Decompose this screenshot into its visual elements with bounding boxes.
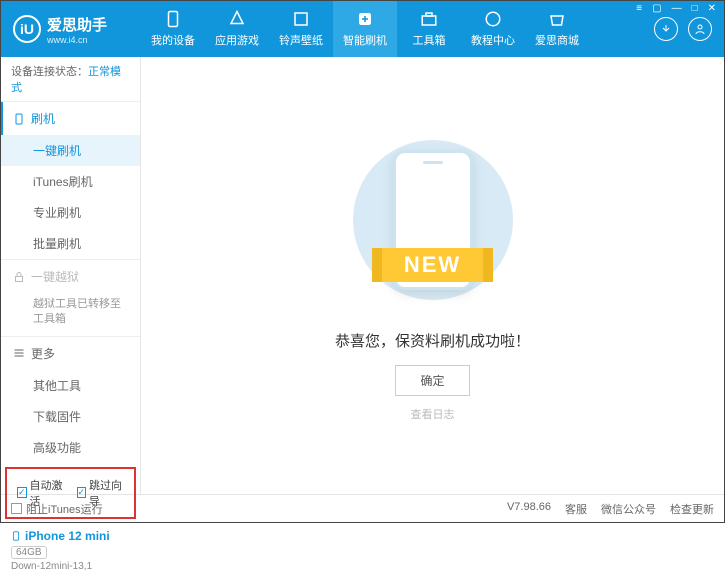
status-label: 设备连接状态： bbox=[11, 66, 88, 78]
tab-flash[interactable]: 智能刷机 bbox=[333, 1, 397, 57]
skin-icon[interactable]: ▢ bbox=[648, 3, 665, 14]
tab-apps[interactable]: 应用游戏 bbox=[205, 1, 269, 57]
main-content: NEW 恭喜您，保资料刷机成功啦！ 确定 查看日志 bbox=[141, 57, 724, 494]
support-link[interactable]: 客服 bbox=[565, 501, 587, 517]
app-header: ≡ ▢ — □ ✕ iU 爱思助手 www.i4.cn 我的设备 应用游戏 铃声… bbox=[1, 1, 724, 57]
phone-icon bbox=[13, 113, 25, 125]
tab-toolbox[interactable]: 工具箱 bbox=[397, 1, 461, 57]
tab-shop[interactable]: 爱思商城 bbox=[525, 1, 589, 57]
app-title: 爱思助手 bbox=[47, 14, 107, 35]
download-icon bbox=[660, 23, 672, 35]
checkbox-icon: ✓ bbox=[17, 487, 27, 498]
success-message: 恭喜您，保资料刷机成功啦！ bbox=[335, 330, 530, 351]
device-model: Down-12mini-13,1 bbox=[11, 561, 130, 572]
success-illustration: NEW bbox=[333, 130, 533, 310]
sidebar-item-batch[interactable]: 批量刷机 bbox=[1, 228, 140, 259]
header-right bbox=[654, 17, 724, 41]
jailbreak-note: 越狱工具已转移至工具箱 bbox=[1, 293, 140, 336]
section-jailbreak: 一键越狱 越狱工具已转移至工具箱 bbox=[1, 260, 140, 337]
device-info: iPhone 12 mini 64GB Down-12mini-13,1 bbox=[1, 523, 140, 578]
section-title: 刷机 bbox=[31, 110, 55, 127]
download-button[interactable] bbox=[654, 17, 678, 41]
tab-label: 应用游戏 bbox=[215, 32, 259, 48]
version-label: V7.98.66 bbox=[507, 501, 551, 517]
minimize-icon[interactable]: — bbox=[668, 3, 686, 14]
wechat-link[interactable]: 微信公众号 bbox=[601, 501, 656, 517]
tab-label: 智能刷机 bbox=[343, 32, 387, 48]
section-flash-header[interactable]: 刷机 bbox=[1, 102, 140, 135]
user-button[interactable] bbox=[688, 17, 712, 41]
sidebar-item-other[interactable]: 其他工具 bbox=[1, 370, 140, 401]
section-more: 更多 其他工具 下载固件 高级功能 bbox=[1, 337, 140, 463]
wallpaper-icon bbox=[292, 10, 310, 28]
toolbox-icon bbox=[420, 10, 438, 28]
logo-icon: iU bbox=[13, 15, 41, 43]
section-flash: 刷机 一键刷机 iTunes刷机 专业刷机 批量刷机 bbox=[1, 102, 140, 260]
apps-icon bbox=[228, 10, 246, 28]
shop-icon bbox=[548, 10, 566, 28]
ok-button[interactable]: 确定 bbox=[395, 365, 469, 396]
sidebar: 设备连接状态：正常模式 刷机 一键刷机 iTunes刷机 专业刷机 批量刷机 一… bbox=[1, 57, 141, 494]
view-log-link[interactable]: 查看日志 bbox=[411, 406, 455, 422]
section-title: 一键越狱 bbox=[31, 268, 79, 285]
device-storage: 64GB bbox=[11, 546, 47, 559]
lock-icon bbox=[13, 271, 25, 283]
device-name[interactable]: iPhone 12 mini bbox=[11, 529, 130, 543]
phone-icon bbox=[164, 10, 182, 28]
tab-label: 工具箱 bbox=[413, 32, 446, 48]
checkbox-icon bbox=[11, 503, 22, 514]
checkbox-label: 阻止iTunes运行 bbox=[26, 501, 103, 517]
tab-label: 我的设备 bbox=[151, 32, 195, 48]
phone-icon bbox=[11, 529, 21, 543]
device-name-text: iPhone 12 mini bbox=[25, 529, 110, 543]
nav-tabs: 我的设备 应用游戏 铃声壁纸 智能刷机 工具箱 教程中心 爱思商城 bbox=[141, 1, 654, 57]
more-icon bbox=[13, 347, 25, 359]
section-jailbreak-header: 一键越狱 bbox=[1, 260, 140, 293]
tab-tutorial[interactable]: 教程中心 bbox=[461, 1, 525, 57]
sidebar-item-pro[interactable]: 专业刷机 bbox=[1, 197, 140, 228]
menu-icon[interactable]: ≡ bbox=[632, 3, 646, 14]
logo-area: iU 爱思助手 www.i4.cn bbox=[1, 14, 141, 45]
close-icon[interactable]: ✕ bbox=[704, 3, 720, 14]
flash-icon bbox=[356, 10, 374, 28]
tab-label: 铃声壁纸 bbox=[279, 32, 323, 48]
section-more-header[interactable]: 更多 bbox=[1, 337, 140, 370]
sidebar-item-firmware[interactable]: 下载固件 bbox=[1, 401, 140, 432]
tab-my-device[interactable]: 我的设备 bbox=[141, 1, 205, 57]
body-area: 设备连接状态：正常模式 刷机 一键刷机 iTunes刷机 专业刷机 批量刷机 一… bbox=[1, 57, 724, 494]
user-icon bbox=[694, 23, 706, 35]
section-title: 更多 bbox=[31, 345, 55, 362]
tab-wallpaper[interactable]: 铃声壁纸 bbox=[269, 1, 333, 57]
checkbox-icon: ✓ bbox=[77, 487, 87, 498]
sidebar-item-itunes[interactable]: iTunes刷机 bbox=[1, 166, 140, 197]
sidebar-item-advanced[interactable]: 高级功能 bbox=[1, 432, 140, 463]
tutorial-icon bbox=[484, 10, 502, 28]
new-banner: NEW bbox=[372, 248, 493, 282]
connection-status: 设备连接状态：正常模式 bbox=[1, 57, 140, 102]
footer-right: V7.98.66 客服 微信公众号 检查更新 bbox=[507, 501, 714, 517]
tab-label: 爱思商城 bbox=[535, 32, 579, 48]
block-itunes-checkbox[interactable]: 阻止iTunes运行 bbox=[11, 501, 103, 517]
maximize-icon[interactable]: □ bbox=[688, 3, 702, 14]
update-link[interactable]: 检查更新 bbox=[670, 501, 714, 517]
window-controls: ≡ ▢ — □ ✕ bbox=[632, 3, 720, 14]
tab-label: 教程中心 bbox=[471, 32, 515, 48]
app-url: www.i4.cn bbox=[47, 35, 107, 45]
sidebar-item-oneclick[interactable]: 一键刷机 bbox=[1, 135, 140, 166]
